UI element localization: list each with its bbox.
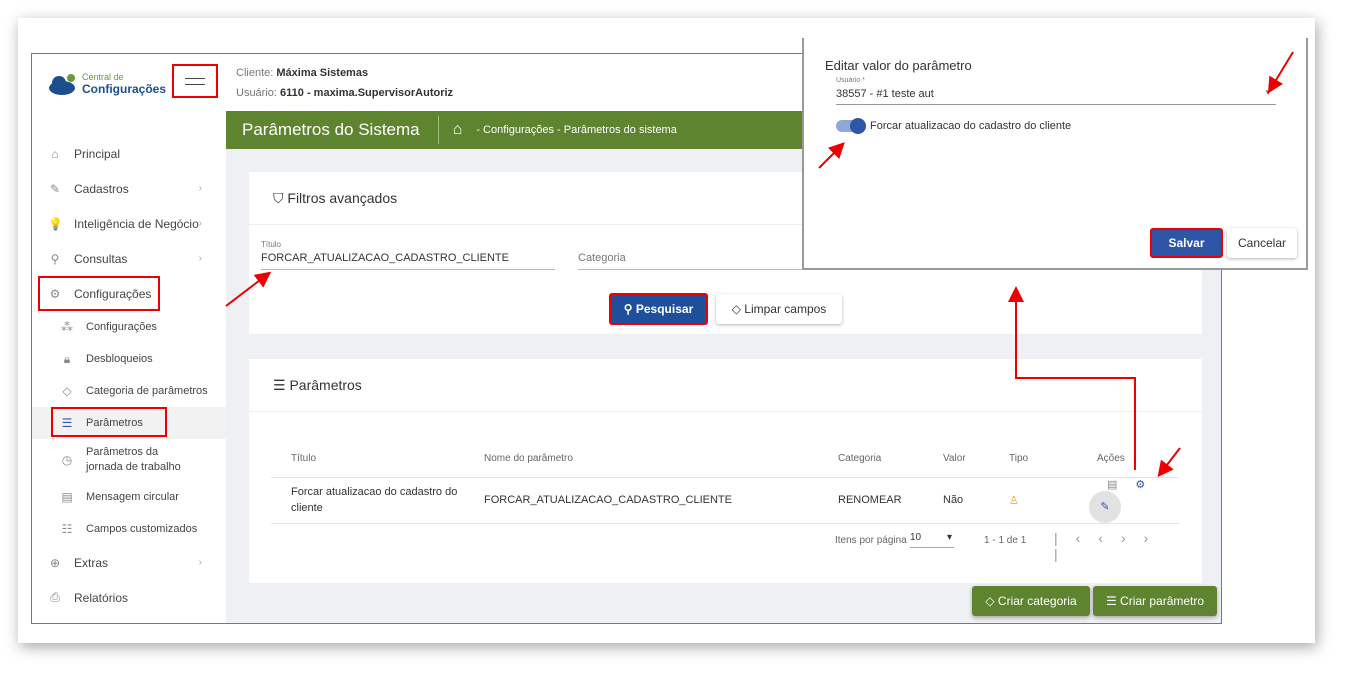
params-table: Título Nome do parâmetro Categoria Valor Tip…: [271, 441, 1179, 524]
bulb-icon: 💡: [48, 216, 63, 231]
page-title: Parâmetros do Sistema: [226, 116, 439, 144]
sidebar-item-relatorios[interactable]: ⎙ Relatórios: [32, 580, 226, 615]
sidebar-sub-campos[interactable]: ☷ Campos customizados: [32, 513, 226, 545]
pagination-controls[interactable]: |‹‹›› |: [1054, 530, 1202, 562]
clear-button[interactable]: ◇ Limpar campos: [716, 294, 842, 324]
dropdown-arrow-icon: ▼: [1264, 88, 1272, 97]
edit-action-icon[interactable]: ✎: [1089, 490, 1121, 523]
user-info: Usuário: 6110 - maxima.SupervisorAutoriz: [236, 87, 454, 99]
search-icon: ⚲: [50, 251, 60, 266]
clock-icon: ◷: [61, 453, 73, 467]
lock-icon: 🔒︎: [63, 351, 71, 366]
nodes-icon: ⁂: [61, 320, 73, 334]
chevron-right-icon: ›: [198, 253, 202, 264]
params-title: ☰ Parâmetros: [273, 377, 362, 393]
gear-action-icon[interactable]: ⚙: [1135, 479, 1145, 491]
home-icon: ⌂: [51, 146, 59, 161]
sidebar: Central de Configurações ⌂ Principal ✎ Cada…: [32, 54, 226, 623]
label: Principal: [74, 146, 121, 161]
logo: Central de Configurações: [48, 72, 166, 96]
chevron-right-icon: ›: [198, 557, 202, 568]
cancel-button[interactable]: Cancelar: [1227, 228, 1297, 258]
page-range: 1 - 1 de 1: [984, 535, 1027, 546]
sidebar-sub-configuracoes[interactable]: ⁂ Configurações: [32, 311, 226, 343]
per-page-select[interactable]: 10 ▾: [910, 532, 954, 548]
label: Parâmetros da jornada de trabalho: [86, 446, 181, 473]
label: Inteligência de Negócio: [74, 216, 199, 231]
fields-icon: ☷: [61, 522, 73, 536]
client-info: Cliente: Máxima Sistemas: [236, 67, 369, 79]
user-label: Usuário *: [836, 77, 865, 84]
user-type-icon: ♙: [1009, 494, 1019, 507]
sidebar-item-extras[interactable]: ⊕ Extras ›: [32, 545, 226, 580]
create-category-button[interactable]: ◇ Criar categoria: [972, 586, 1090, 616]
toggle-label: Forcar atualizacao do cadastro do client…: [870, 120, 1072, 132]
label: Configurações: [86, 321, 157, 333]
titulo-input[interactable]: Título FORCAR_ATUALIZACAO_CADASTRO_CLIENT…: [261, 240, 555, 270]
message-icon: ▤: [61, 490, 73, 504]
label: Campos customizados: [86, 523, 198, 535]
home-icon[interactable]: ⌂: [453, 121, 463, 139]
cloud-gear-icon: [49, 74, 75, 95]
list-icon: ☰: [273, 377, 290, 393]
gear-icon: ⚙: [49, 286, 61, 301]
label: Relatórios: [74, 590, 129, 605]
label: Cadastros: [74, 181, 129, 196]
user-select[interactable]: 38557 - #1 teste aut ▼: [836, 88, 1276, 105]
edit-param-dialog: Editar valor do parâmetro Usuário * 3855…: [802, 38, 1308, 270]
force-update-toggle[interactable]: [836, 118, 866, 134]
logo-line2: Configurações: [82, 82, 167, 96]
plus-circle-icon: ⊕: [49, 555, 61, 570]
label: Mensagem circular: [86, 491, 179, 503]
sidebar-sub-desbloqueios[interactable]: 🔒︎ Desbloqueios: [32, 343, 226, 375]
breadcrumb: - Configurações - Parâmetros do sistema: [476, 124, 677, 136]
menu-toggle-button[interactable]: [172, 64, 218, 98]
sidebar-item-principal[interactable]: ⌂ Principal: [32, 136, 226, 171]
sidebar-sub-mensagem[interactable]: ▤ Mensagem circular: [32, 481, 226, 513]
filter-icon: ⛉: [273, 190, 288, 206]
params-card: ☰ Parâmetros Título Nome do parâmetro Cate…: [249, 359, 1202, 583]
sidebar-nav: ⌂ Principal ✎ Cadastros › 💡 Inteligência de …: [32, 136, 226, 615]
save-button[interactable]: Salvar: [1150, 228, 1223, 258]
per-page-label: Itens por página: [835, 535, 907, 546]
sidebar-item-cadastros[interactable]: ✎ Cadastros ›: [32, 171, 226, 206]
sidebar-sub-jornada[interactable]: ◷ Parâmetros da jornada de trabalho: [32, 439, 226, 481]
printer-icon: ⎙: [50, 590, 60, 604]
dialog-title: Editar valor do parâmetro: [825, 58, 972, 73]
sidebar-item-configuracoes[interactable]: ⚙ Configurações: [38, 276, 160, 311]
tag-icon: ◇: [62, 384, 72, 398]
categoria-input[interactable]: Categoria: [578, 252, 808, 270]
sidebar-sub-parametros[interactable]: ☰ Parâmetros: [32, 407, 226, 439]
sidebar-item-inteligencia[interactable]: 💡 Inteligência de Negócio ›: [32, 206, 226, 241]
sidebar-sub-categoria[interactable]: ◇ Categoria de parâmetros: [32, 375, 226, 407]
label: Consultas: [74, 251, 128, 266]
create-param-button[interactable]: ☰ Criar parâmetro: [1093, 586, 1217, 616]
chevron-right-icon: ›: [198, 183, 202, 194]
label: Desbloqueios: [86, 353, 153, 365]
sidebar-item-consultas[interactable]: ⚲ Consultas ›: [32, 241, 226, 276]
table-row: Forcar atualizacao do cadastro do client…: [271, 477, 1179, 524]
label: Extras: [74, 555, 109, 570]
search-button[interactable]: ⚲ Pesquisar: [609, 293, 708, 325]
message-action-icon[interactable]: ▤: [1107, 479, 1117, 491]
logo-line1: Central de: [82, 72, 124, 82]
label: Categoria de parâmetros: [86, 385, 208, 397]
edit-icon: ✎: [49, 181, 61, 196]
chevron-right-icon: ›: [198, 218, 202, 229]
filters-title: ⛉ Filtros avançados: [273, 190, 398, 206]
label: Configurações: [74, 286, 152, 301]
